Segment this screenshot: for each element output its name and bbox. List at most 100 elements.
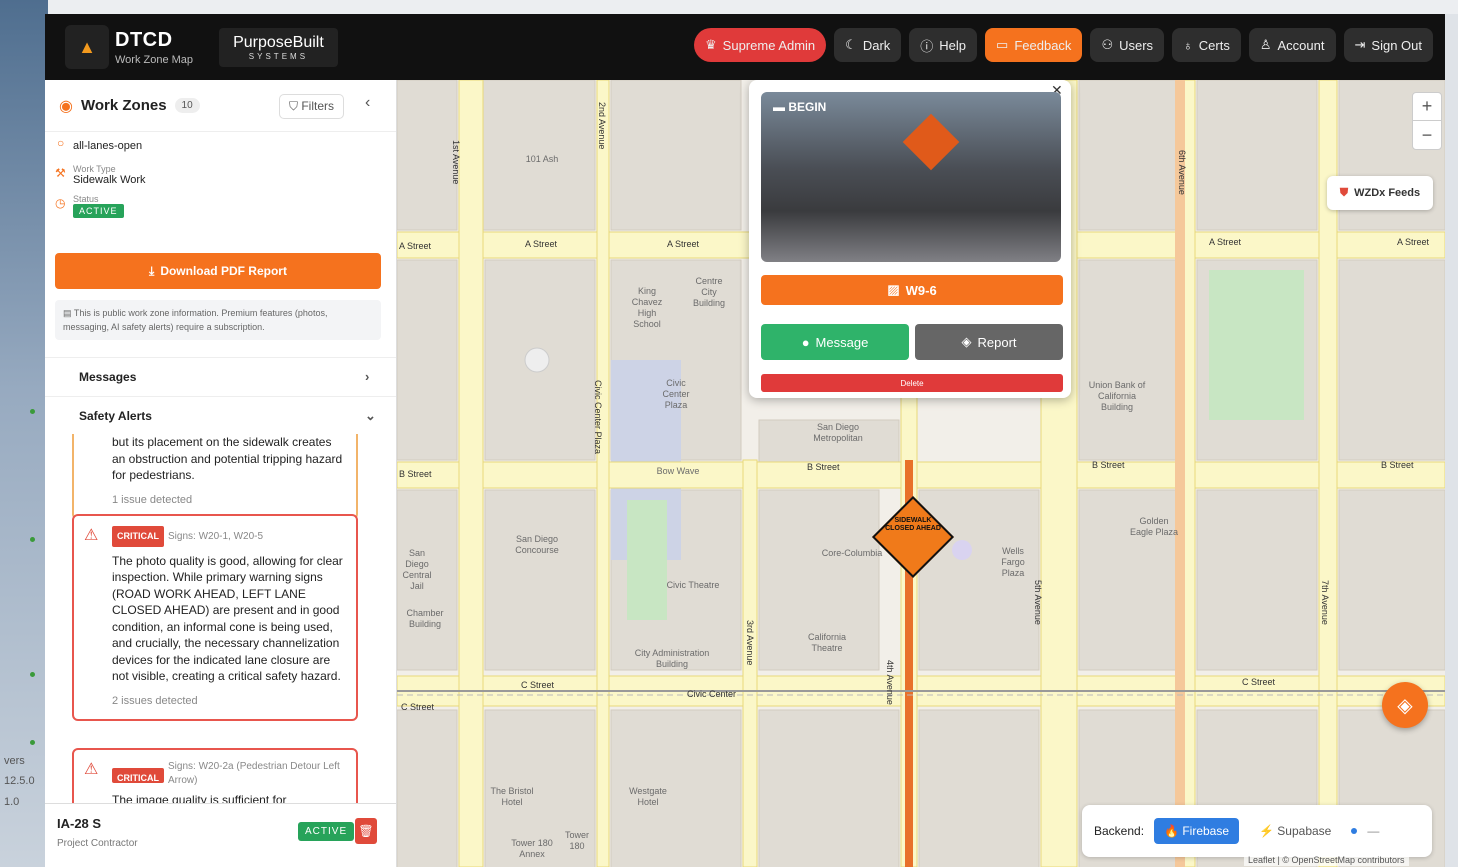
layers-button[interactable]: ◈: [1382, 682, 1428, 728]
notice-text: This is public work zone information. Pr…: [63, 308, 328, 332]
users-button[interactable]: ⚇ Users: [1090, 28, 1165, 62]
feedback-button[interactable]: ▭ Feedback: [985, 28, 1083, 62]
alert-signs: Signs: W20-1, W20-5: [168, 531, 264, 542]
work-zone-popup: ✕ ▬ BEGIN ▨ W9-6 ● Message ◈ Report Delete: [749, 80, 1071, 398]
street-label: A Street: [1397, 237, 1430, 247]
users-icon: ⚇: [1101, 37, 1114, 52]
subscription-notice: ▤ This is public work zone information. …: [55, 300, 381, 340]
message-button[interactable]: ● Message: [761, 324, 909, 360]
partner-logo: PurposeBuilt SYSTEMS: [219, 27, 338, 67]
place-label: Wells Fargo Plaza: [1001, 546, 1025, 578]
work-type-value: Sidewalk Work: [73, 174, 146, 186]
safety-alert-card: ⚠ CRITICAL Signs: W20-1, W20-5 The photo …: [72, 514, 358, 721]
desktop-label: 1.0: [4, 796, 20, 808]
trash-icon: 🗑: [358, 824, 374, 838]
supreme-admin-label: Supreme Admin: [722, 37, 816, 53]
sign-code: W9-6: [905, 282, 937, 298]
report-button[interactable]: ◈ Report: [915, 324, 1063, 360]
zoom-in-button[interactable]: +: [1413, 93, 1441, 121]
sign-photo[interactable]: ▬ BEGIN: [761, 92, 1061, 262]
supabase-option[interactable]: ⚡ Supabase: [1249, 818, 1341, 844]
avenue-label: 3rd Avenue: [745, 620, 755, 666]
help-button[interactable]: ⓘ Help: [909, 28, 978, 62]
place-label: Centre City Building: [692, 276, 726, 308]
backend-switcher: Backend: 🔥 Firebase ⚡ Supabase —: [1082, 805, 1432, 857]
award-icon: ♁: [1183, 37, 1193, 53]
zoom-out-button[interactable]: −: [1413, 121, 1441, 149]
alert-issue-count: 2 issues detected: [112, 694, 198, 707]
alert-text: but its placement on the sidewalk create…: [112, 435, 343, 482]
safety-alert-card: but its placement on the sidewalk create…: [72, 434, 358, 520]
partner-title: PurposeBuilt: [233, 33, 324, 51]
place-label: Core-Columbia: [821, 548, 883, 558]
firebase-option[interactable]: 🔥 Firebase: [1154, 818, 1240, 844]
user-icon: ♙: [1259, 37, 1272, 52]
sidebar-title: Work Zones: [80, 97, 167, 114]
clock-icon: ◷: [55, 196, 66, 210]
sidebar-header: ◉ Work Zones 10 ⛉ Filters ‹: [45, 80, 396, 132]
work-type-field: ⚒ Work Type Sidewalk Work: [55, 164, 146, 186]
avenue-label: 4th Avenue: [885, 660, 895, 705]
help-icon: ⓘ: [920, 38, 934, 54]
filters-button[interactable]: ⛉ Filters: [279, 94, 345, 119]
certs-button[interactable]: ♁ Certs: [1172, 28, 1241, 62]
street-label: A Street: [525, 239, 558, 249]
download-icon: ⤓: [149, 263, 155, 278]
safety-alerts-section[interactable]: Safety Alerts ⌄: [45, 396, 396, 434]
street-label: B Street: [807, 462, 840, 472]
critical-badge: CRITICAL: [112, 768, 164, 783]
sign-out-button[interactable]: ⇥ Sign Out: [1343, 28, 1433, 62]
feedback-label: Feedback: [1014, 37, 1072, 53]
place-label: Tower 180 Annex: [511, 838, 553, 859]
street-label: B Street: [1092, 460, 1125, 470]
street-label: C Street: [1242, 677, 1276, 687]
place-label: King Chavez High School: [631, 286, 663, 329]
avenue-label: Civic Center: [687, 689, 737, 699]
street-label: B Street: [399, 469, 432, 479]
certs-label: Certs: [1198, 37, 1230, 53]
app-window: ▲ DTCD Work Zone Map PurposeBuilt SYSTEM…: [45, 14, 1445, 867]
delete-button[interactable]: Delete: [761, 374, 1063, 392]
street-label: C Street: [521, 680, 555, 690]
avenue-label: 5th Avenue: [1033, 580, 1043, 625]
place-label: Bow Wave: [656, 466, 700, 476]
supreme-admin-button[interactable]: ♛ Supreme Admin: [694, 28, 827, 62]
place-label: Union Bank of California Building: [1088, 380, 1146, 412]
barrier-icon: ▨: [887, 282, 900, 297]
map-pin-icon: ◉: [59, 97, 73, 115]
collapse-sidebar-button[interactable]: ‹: [365, 94, 370, 112]
messages-section[interactable]: Messages ›: [45, 357, 396, 395]
selected-zone-footer[interactable]: IA-28 S Project Contractor ACTIVE 🗑: [45, 803, 396, 867]
download-pdf-button[interactable]: ⤓ Download PDF Report: [55, 253, 381, 289]
account-button[interactable]: ♙ Account: [1248, 28, 1336, 62]
zone-count-badge: 10: [174, 98, 200, 113]
place-label: Civic Center Plaza: [662, 378, 690, 410]
shield-icon: ⛊: [1339, 186, 1349, 199]
lanes-field: ○ all-lanes-open: [57, 136, 142, 152]
alert-signs: Signs: W20-2a (Pedestrian Detour Left Ar…: [168, 761, 340, 786]
brand: DTCD Work Zone Map: [115, 29, 193, 66]
work-type-icon: ⚒: [55, 166, 66, 180]
place-label: Golden Eagle Plaza: [1129, 516, 1179, 537]
chat-icon: ▭: [996, 37, 1009, 52]
map-attribution[interactable]: Leaflet | © OpenStreetMap contributors: [1244, 854, 1409, 866]
delete-zone-button[interactable]: 🗑: [355, 818, 377, 844]
camera-icon: ▬: [773, 100, 789, 114]
minimize-button[interactable]: —: [1367, 824, 1379, 838]
street-label: A Street: [399, 241, 432, 251]
desktop-background: vers 12.5.0 1.0: [0, 0, 48, 867]
place-label: The Bristol Hotel: [490, 786, 534, 807]
place-label: San Diego Metropolitan: [813, 422, 863, 443]
delete-label: Delete: [900, 378, 924, 388]
users-label: Users: [1119, 37, 1154, 53]
wzdx-feeds-button[interactable]: ⛊ WZDx Feeds: [1327, 176, 1433, 210]
dtcd-logo: ▲: [65, 25, 109, 69]
connection-dot: [1351, 828, 1358, 834]
moon-icon: ☾: [845, 37, 857, 52]
place-label: City Administration Building: [634, 648, 710, 669]
dark-mode-button[interactable]: ☾ Dark: [834, 28, 902, 62]
message-icon: ●: [801, 334, 810, 350]
map-view[interactable]: A Street A Street A Street A Street A St…: [397, 80, 1445, 867]
avenue-label: Civic Center Plaza: [593, 380, 603, 455]
backend-label: Backend:: [1094, 824, 1145, 838]
